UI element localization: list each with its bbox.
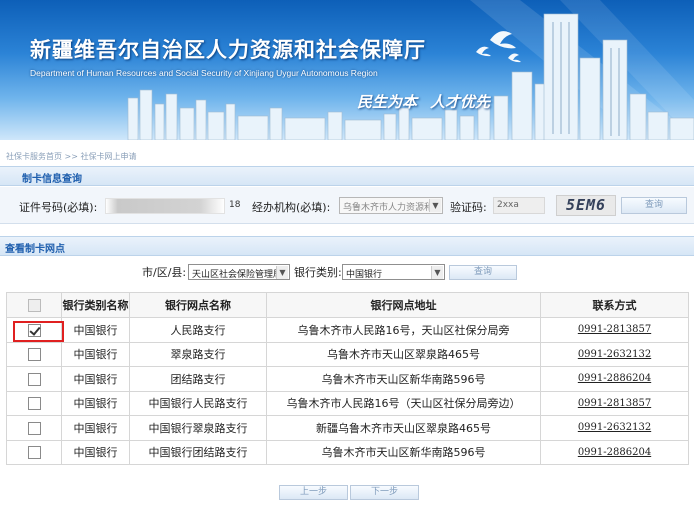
- address-cell: 乌鲁木齐市天山区翠泉路465号: [266, 341, 541, 367]
- branch-cell: 中国银行翠泉路支行: [129, 415, 267, 441]
- card-info-query-form: 证件号码(必填): 18 经办机构(必填): 乌鲁木齐市人力资源和 ▼ 验证码:…: [0, 187, 694, 224]
- table-header-row: 银行类别名称 银行网点名称 银行网点地址 联系方式: [6, 292, 689, 318]
- phone-link[interactable]: 0991-2632132: [540, 341, 689, 367]
- slogan-people: 民生为本: [357, 93, 418, 111]
- city-label: 市/区/县:: [142, 266, 187, 279]
- chevron-down-icon[interactable]: ▼: [431, 266, 443, 279]
- address-cell: 乌鲁木齐市人民路16号，天山区社保分局旁: [266, 317, 541, 343]
- table-row[interactable]: 中国银行 中国银行团结路支行 乌鲁木齐市天山区新华南路596号 0991-288…: [6, 439, 689, 465]
- column-header-bank: 银行类别名称: [61, 292, 130, 318]
- row-checkbox[interactable]: [27, 397, 41, 410]
- bank-type-label: 银行类别:: [294, 266, 342, 279]
- outlet-table: 银行类别名称 银行网点名称 银行网点地址 联系方式 中国银行 人民路支行 乌鲁木…: [6, 292, 689, 465]
- outlet-section-header: 查看制卡网点: [0, 236, 694, 256]
- id-number-label: 证件号码(必填):: [19, 201, 98, 214]
- table-row[interactable]: 中国银行 中国银行翠泉路支行 新疆乌鲁木齐市天山区翠泉路465号 0991-26…: [6, 415, 689, 441]
- agency-select[interactable]: 乌鲁木齐市人力资源和 ▼: [339, 197, 443, 214]
- table-row[interactable]: 中国银行 人民路支行 乌鲁木齐市人民路16号，天山区社保分局旁 0991-281…: [6, 317, 689, 343]
- bank-cell: 中国银行: [61, 317, 130, 343]
- bank-cell: 中国银行: [61, 415, 130, 441]
- next-step-button[interactable]: 下一步: [350, 485, 419, 500]
- table-row[interactable]: 中国银行 中国银行人民路支行 乌鲁木齐市人民路16号（天山区社保分局旁边） 09…: [6, 390, 689, 416]
- phone-link[interactable]: 0991-2886204: [540, 366, 689, 392]
- address-cell: 新疆乌鲁木齐市天山区翠泉路465号: [266, 415, 541, 441]
- branch-cell: 人民路支行: [129, 317, 267, 343]
- agency-select-value: 乌鲁木齐市人力资源和: [343, 203, 434, 213]
- row-checkbox[interactable]: [27, 323, 41, 337]
- captcha-image[interactable]: 5EM6: [556, 195, 616, 216]
- phone-link[interactable]: 0991-2813857: [540, 317, 689, 343]
- chevron-down-icon[interactable]: ▼: [429, 199, 441, 212]
- phone-link[interactable]: 0991-2886204: [540, 439, 689, 465]
- phone-link[interactable]: 0991-2632132: [540, 415, 689, 441]
- address-cell: 乌鲁木齐市人民路16号（天山区社保分局旁边）: [266, 390, 541, 416]
- select-all-checkbox[interactable]: [27, 298, 41, 312]
- row-select-cell[interactable]: [6, 439, 62, 465]
- row-checkbox[interactable]: [27, 446, 41, 459]
- phone-link[interactable]: 0991-2813857: [540, 390, 689, 416]
- id-number-input[interactable]: [105, 198, 225, 214]
- row-checkbox[interactable]: [27, 372, 41, 386]
- id-number-suffix: 18: [229, 200, 241, 210]
- bank-type-select[interactable]: 中国银行 ▼: [342, 264, 445, 280]
- city-select-value: 天山区社会保险管理局: [192, 270, 283, 280]
- row-select-cell[interactable]: [6, 341, 62, 367]
- column-header-address: 银行网点地址: [266, 292, 541, 318]
- city-select[interactable]: 天山区社会保险管理局 ▼: [188, 264, 290, 280]
- site-title: 新疆维吾尔自治区人力资源和社会保障厅: [30, 37, 426, 62]
- card-info-section-title: 制卡信息查询: [22, 174, 82, 185]
- card-info-section-header: 制卡信息查询: [0, 166, 694, 186]
- branch-cell: 团结路支行: [129, 366, 267, 392]
- card-query-button[interactable]: 查询: [621, 197, 687, 214]
- row-select-cell[interactable]: [6, 415, 62, 441]
- previous-step-button[interactable]: 上一步: [279, 485, 348, 500]
- header-banner: 新疆维吾尔自治区人力资源和社会保障厅 Department of Human R…: [0, 0, 694, 140]
- column-header-branch: 银行网点名称: [129, 292, 267, 318]
- row-select-cell[interactable]: [6, 390, 62, 416]
- table-row[interactable]: 中国银行 翠泉路支行 乌鲁木齐市天山区翠泉路465号 0991-2632132: [6, 341, 689, 367]
- column-header-phone: 联系方式: [540, 292, 689, 318]
- agency-label: 经办机构(必填):: [252, 201, 331, 214]
- verify-code-label: 验证码:: [450, 201, 487, 214]
- bank-cell: 中国银行: [61, 439, 130, 465]
- address-cell: 乌鲁木齐市天山区新华南路596号: [266, 439, 541, 465]
- branch-cell: 翠泉路支行: [129, 341, 267, 367]
- breadcrumb[interactable]: 社保卡服务首页 >> 社保卡网上申请: [6, 151, 137, 162]
- branch-cell: 中国银行团结路支行: [129, 439, 267, 465]
- bank-cell: 中国银行: [61, 390, 130, 416]
- bank-type-select-value: 中国银行: [346, 270, 383, 280]
- branch-cell: 中国银行人民路支行: [129, 390, 267, 416]
- verify-code-input[interactable]: 2xxa: [493, 197, 545, 214]
- outlet-query-button[interactable]: 查询: [449, 265, 517, 280]
- row-checkbox[interactable]: [27, 421, 41, 435]
- slogan-talent: 人才优先: [430, 93, 491, 111]
- chevron-down-icon[interactable]: ▼: [276, 266, 288, 279]
- select-all-cell[interactable]: [6, 292, 62, 318]
- outlet-filter-row: 市/区/县: 天山区社会保险管理局 ▼ 银行类别: 中国银行 ▼ 查询: [0, 262, 694, 282]
- table-row[interactable]: 中国银行 团结路支行 乌鲁木齐市天山区新华南路596号 0991-2886204: [6, 366, 689, 392]
- site-subtitle: Department of Human Resources and Social…: [30, 68, 378, 78]
- row-select-cell[interactable]: [6, 317, 62, 343]
- outlet-section-title: 查看制卡网点: [5, 244, 65, 255]
- address-cell: 乌鲁木齐市天山区新华南路596号: [266, 366, 541, 392]
- row-select-cell[interactable]: [6, 366, 62, 392]
- bank-cell: 中国银行: [61, 341, 130, 367]
- row-checkbox[interactable]: [27, 348, 41, 361]
- bank-cell: 中国银行: [61, 366, 130, 392]
